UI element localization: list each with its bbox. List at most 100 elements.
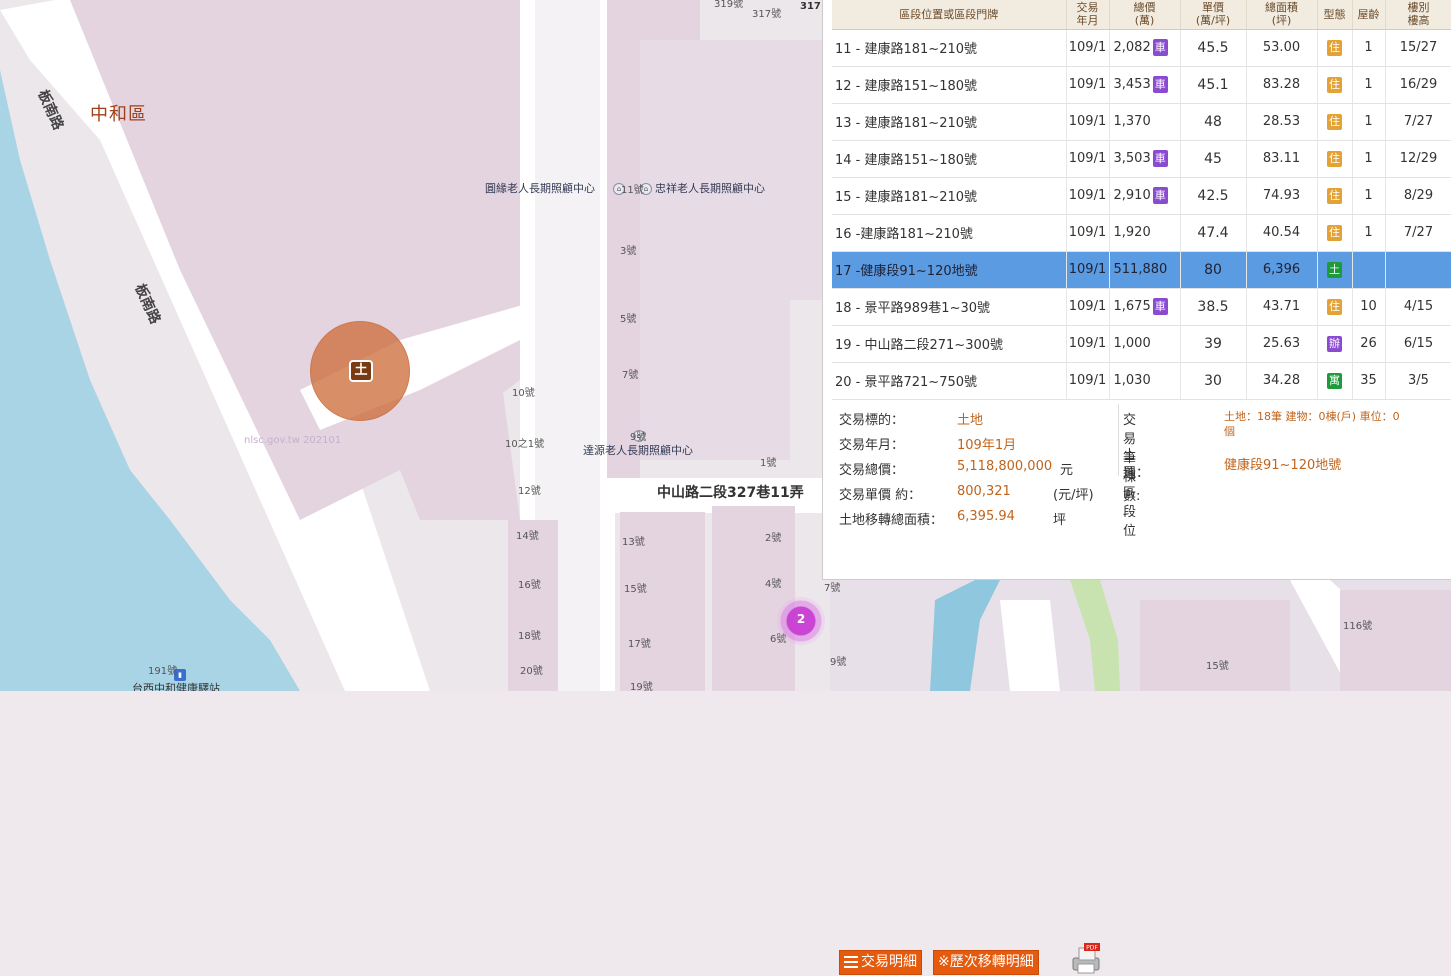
table-row[interactable]: 18 - 景平路989巷1~30號 109/1 1,675 車 38.5 43.71 住 10… — [832, 288, 1451, 326]
total-price-value: 511,880 — [1113, 262, 1168, 277]
land-marker-label: 土 — [349, 360, 373, 382]
header-type[interactable]: 型態 — [1317, 0, 1353, 30]
total-price-value: 2,082 — [1113, 40, 1151, 55]
header-location[interactable]: 區段位置或區段門牌 — [832, 0, 1067, 30]
house-number: 7號 — [824, 583, 841, 594]
table-row[interactable]: 16 -建康路181~210號 109/1 1,920 47.4 40.54 住 1 7/27 — [832, 214, 1451, 252]
house-number: 20號 — [520, 666, 543, 677]
header-unit[interactable]: 單價 (萬/坪) — [1180, 0, 1247, 30]
cell-total-price: 1,920 — [1109, 214, 1181, 252]
total-price-value: 1,920 — [1113, 225, 1151, 240]
cell-type: 住 — [1317, 177, 1353, 215]
detail-location-label: 土地區段位 — [1123, 448, 1137, 539]
header-date-text: 交易 年月 — [1076, 1, 1099, 28]
cell-age — [1352, 251, 1386, 289]
table-row[interactable]: 15 - 建康路181~210號 109/1 2,910 車 42.5 74.93 住 1 8/… — [832, 177, 1451, 215]
district-label: 中和區 — [90, 104, 147, 125]
cell-area: 43.71 — [1246, 288, 1318, 326]
header-total-text: 總價 (萬) — [1133, 1, 1156, 28]
cell-unit-price: 47.4 — [1180, 214, 1247, 252]
detail-target-label: 交易標的： — [839, 413, 905, 428]
table-row[interactable]: 12 - 建康路151~180號 109/1 3,453 車 45.1 83.28 住 1 16… — [832, 66, 1451, 104]
cell-total-price: 3,453 車 — [1109, 66, 1181, 104]
poi-station[interactable]: 台西中和健康驛站 — [132, 683, 220, 691]
header-unit-text: 單價 (萬/坪) — [1195, 1, 1231, 28]
house-number: 317號 — [752, 9, 782, 20]
total-price-value: 3,453 — [1113, 77, 1151, 92]
cell-area: 34.28 — [1246, 362, 1318, 400]
building-type-badge: 土 — [1327, 261, 1342, 278]
cell-floor — [1385, 251, 1451, 289]
table-row[interactable]: 14 - 建康路151~180號 109/1 3,503 車 45 83.11 住 1 12/2… — [832, 140, 1451, 178]
parking-badge-icon[interactable]: 車 — [1152, 298, 1168, 315]
cell-date: 109/1 — [1066, 66, 1110, 104]
total-price-value: 1,000 — [1113, 336, 1151, 351]
cell-area: 40.54 — [1246, 214, 1318, 252]
cell-location: 18 - 景平路989巷1~30號 — [832, 288, 1067, 326]
cell-location: 13 - 建康路181~210號 — [832, 103, 1067, 141]
header-total[interactable]: 總價 (萬) — [1109, 0, 1181, 30]
cell-type: 辦 — [1317, 325, 1353, 363]
cell-unit-price: 45.1 — [1180, 66, 1247, 104]
cell-type: 住 — [1317, 29, 1353, 67]
parking-badge-icon[interactable]: 車 — [1152, 150, 1168, 167]
house-number: 9號 — [830, 657, 847, 668]
table-row[interactable]: 11 - 建康路181~210號 109/1 2,082 車 45.5 53.00 住 1 15… — [832, 29, 1451, 67]
header-age[interactable]: 屋齡 — [1352, 0, 1386, 30]
cell-age: 1 — [1352, 103, 1386, 141]
poi-care-center-3[interactable]: 達源老人長期照顧中心 — [583, 445, 693, 456]
parking-badge-icon[interactable]: 車 — [1152, 187, 1168, 204]
detail-count-value: 土地：18筆 建物：0棟(戶) 車位：0 — [1224, 410, 1400, 423]
cell-age: 10 — [1352, 288, 1386, 326]
table-row[interactable]: 17 -健康段91~120地號 109/1 511,880 80 6,396 土 — [832, 251, 1451, 289]
cell-area: 25.63 — [1246, 325, 1318, 363]
total-price-value: 1,370 — [1113, 114, 1151, 129]
table-row[interactable]: 19 - 中山路二段271~300號 109/1 1,000 39 25.63 辦 26 6/… — [832, 325, 1451, 363]
cell-location: 17 -健康段91~120地號 — [832, 251, 1067, 289]
poi-care-center-2[interactable]: 忠祥老人長期照顧中心 — [655, 183, 765, 194]
house-number: 3號 — [620, 246, 637, 257]
detail-target-value: 土地 — [957, 413, 984, 428]
building-type-badge: 住 — [1327, 150, 1342, 167]
cell-type: 住 — [1317, 140, 1353, 178]
detail-date-value: 109年1月 — [957, 438, 1017, 453]
cell-date: 109/1 — [1066, 325, 1110, 363]
house-number: 11號 — [621, 185, 644, 196]
table-row[interactable]: 20 - 景平路721~750號 109/1 1,030 30 34.28 寓 35 3/5 — [832, 362, 1451, 400]
cell-area: 83.28 — [1246, 66, 1318, 104]
header-floor[interactable]: 樓別 樓高 — [1385, 0, 1451, 30]
transaction-detail-button[interactable]: 交易明細 — [839, 950, 922, 975]
header-date[interactable]: 交易 年月 — [1066, 0, 1110, 30]
detail-area-value: 6,395.94 — [957, 509, 1015, 524]
cluster-marker[interactable]: 2 — [777, 597, 825, 645]
house-number: 18號 — [518, 631, 541, 642]
cell-type: 住 — [1317, 103, 1353, 141]
building-type-badge: 住 — [1327, 113, 1342, 130]
land-transaction-marker[interactable]: 土 — [310, 321, 410, 421]
svg-text:PDF: PDF — [1086, 945, 1098, 952]
transfer-history-button[interactable]: ※歷次移轉明細 — [933, 950, 1039, 975]
poi-care-center-1[interactable]: 圓緣老人長期照顧中心 — [485, 183, 595, 194]
pdf-print-icon[interactable]: PDF — [1070, 942, 1104, 976]
parking-badge-icon[interactable]: 車 — [1152, 39, 1168, 56]
detail-total-label: 交易總價： — [839, 463, 905, 478]
cell-floor: 3/5 — [1385, 362, 1451, 400]
cell-unit-price: 39 — [1180, 325, 1247, 363]
detail-area-label: 土地移轉總面積： — [839, 513, 944, 528]
cell-age: 1 — [1352, 29, 1386, 67]
building-type-badge: 住 — [1327, 298, 1342, 315]
cell-area: 6,396 — [1246, 251, 1318, 289]
cell-total-price: 1,675 車 — [1109, 288, 1181, 326]
house-number: 1號 — [760, 458, 777, 469]
header-area[interactable]: 總面積 (坪) — [1246, 0, 1318, 30]
house-number: 14號 — [516, 531, 539, 542]
cell-date: 109/1 — [1066, 29, 1110, 67]
house-number: 191號 — [148, 666, 178, 677]
cell-area: 53.00 — [1246, 29, 1318, 67]
house-number: 12號 — [518, 486, 541, 497]
cell-date: 109/1 — [1066, 214, 1110, 252]
cell-age: 1 — [1352, 140, 1386, 178]
table-row[interactable]: 13 - 建康路181~210號 109/1 1,370 48 28.53 住 1 7/27 — [832, 103, 1451, 141]
cell-age: 1 — [1352, 177, 1386, 215]
parking-badge-icon[interactable]: 車 — [1152, 76, 1168, 93]
